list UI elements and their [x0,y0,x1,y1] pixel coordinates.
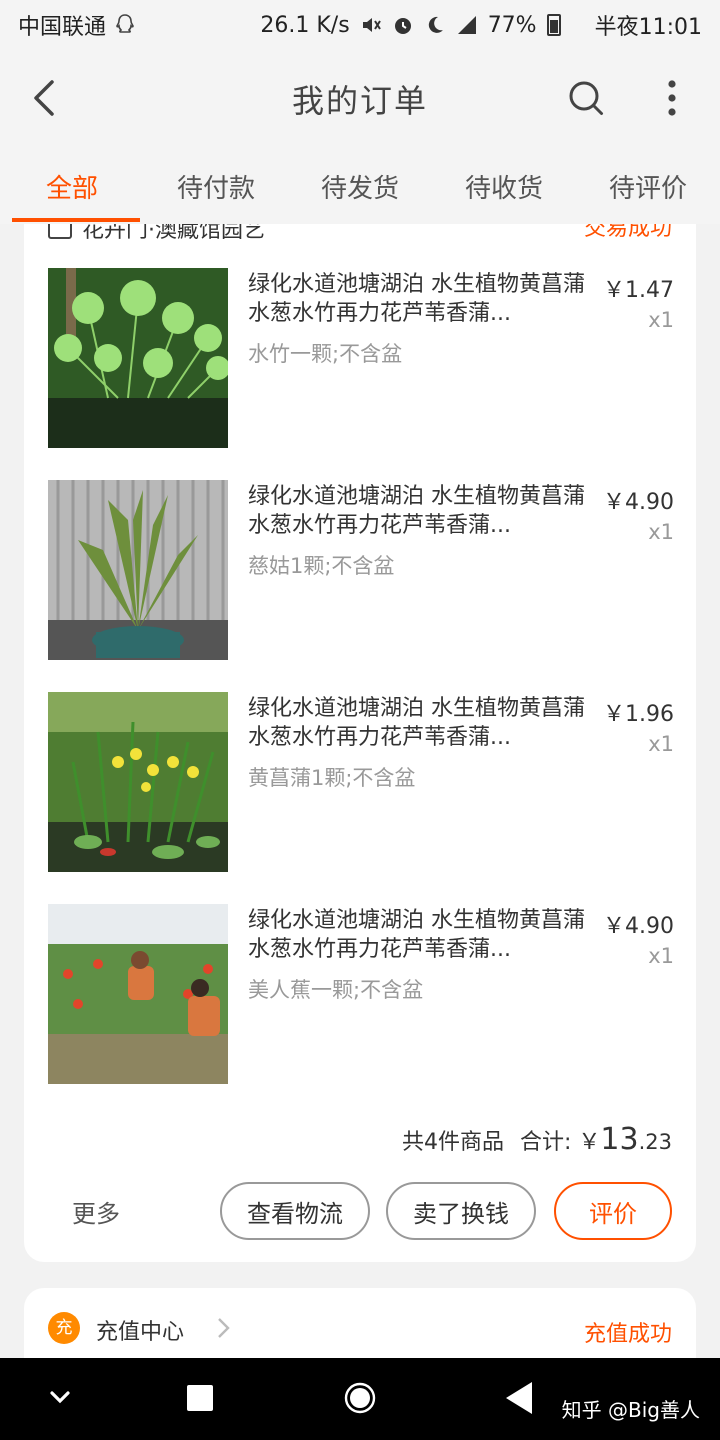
currency-symbol: ￥ [578,1130,601,1155]
chevron-down-icon[interactable] [48,1388,72,1408]
back-triangle-icon[interactable] [504,1380,534,1416]
order-card[interactable]: 花卉门·澳藏馆园艺 交易成功 绿化水道池塘湖泊 水生植物黄菖蒲水葱水竹再力花芦苇… [24,224,696,1262]
recharge-card[interactable]: 充 充值中心 充值成功 [24,1288,696,1358]
moon-icon [428,16,443,33]
status-bar: 中国联通 26.1 K/s 77% 半夜11:01 [0,0,720,50]
signal-icon [457,16,476,34]
carrier-name: 中国联通 [18,15,107,40]
product-thumbnail-arrowhead [48,480,228,660]
item-quantity: x1 [648,520,674,544]
order-item[interactable]: 绿化水道池塘湖泊 水生植物黄菖蒲水葱水竹再力花芦苇香蒲... 水竹一颗;不含盆 … [48,268,678,448]
view-logistics-button[interactable]: 查看物流 [220,1182,370,1240]
network-speed: 26.1 K/s [260,12,350,38]
watermark-text: 知乎 @Big善人 [561,1398,700,1422]
recharge-status: 充值成功 [583,1322,672,1347]
order-item[interactable]: 绿化水道池塘湖泊 水生植物黄菖蒲水葱水竹再力花芦苇香蒲... 黄菖蒲1颗;不含盆… [48,692,678,872]
recent-apps-icon[interactable] [186,1384,214,1412]
review-button[interactable]: 评价 [554,1182,672,1240]
qq-notification-icon [116,14,134,33]
battery-level: 77% [487,12,537,38]
item-title: 绿化水道池塘湖泊 水生植物黄菖蒲水葱水竹再力花芦苇香蒲... [248,696,585,750]
chevron-right-icon [218,1318,230,1338]
item-price: ￥1.47 [603,278,674,303]
clock: 半夜11:01 [594,15,702,40]
resell-button[interactable]: 卖了换钱 [386,1182,536,1240]
more-vertical-icon[interactable] [660,76,684,120]
item-quantity: x1 [648,308,674,332]
search-icon[interactable] [566,78,606,118]
order-total: 合计: ￥13.23 [520,1122,672,1157]
recharge-center-label: 充值中心 [96,1320,185,1345]
total-label: 合计: [519,1130,572,1155]
item-count: 共4件商品 [401,1130,504,1155]
product-thumbnail-yellow-iris [48,692,228,872]
item-title: 绿化水道池塘湖泊 水生植物黄菖蒲水葱水竹再力花芦苇香蒲... [248,484,585,538]
order-actions: 更多 查看物流 卖了换钱 评价 [24,1182,696,1242]
tab-pending-shipment[interactable]: 待发货 [288,146,432,224]
order-item[interactable]: 绿化水道池塘湖泊 水生植物黄菖蒲水葱水竹再力花芦苇香蒲... 美人蕉一颗;不含盆… [48,904,678,1084]
alarm-icon [394,18,411,34]
page-title: 我的订单 [291,82,428,120]
battery-icon [546,14,561,36]
more-actions-link[interactable]: 更多 [72,1194,120,1229]
item-price: ￥4.90 [603,490,674,515]
order-tabs: 全部 待付款 待发货 待收货 待评价 [0,146,720,224]
item-sku: 慈姑1颗;不含盆 [248,554,395,578]
item-quantity: x1 [648,732,674,756]
recharge-icon: 充 [48,1312,80,1344]
product-thumbnail-papyrus [48,268,228,448]
total-integer: 13 [600,1122,639,1157]
item-sku: 水竹一颗;不含盆 [248,342,403,366]
order-status: 交易成功 [583,224,672,241]
system-nav-bar: 知乎 @Big善人 [0,1358,720,1440]
tab-pending-review[interactable]: 待评价 [576,146,720,224]
item-sku: 美人蕉一颗;不含盆 [248,978,424,1002]
product-thumbnail-canna [48,904,228,1084]
shop-name: 花卉门·澳藏馆园艺 [82,224,265,243]
tab-all[interactable]: 全部 [0,146,144,224]
shop-row[interactable]: 花卉门·澳藏馆园艺 [48,224,265,248]
item-sku: 黄菖蒲1颗;不含盆 [248,766,416,790]
item-title: 绿化水道池塘湖泊 水生植物黄菖蒲水葱水竹再力花芦苇香蒲... [248,272,585,326]
item-quantity: x1 [648,944,674,968]
order-list[interactable]: 花卉门·澳藏馆园艺 交易成功 绿化水道池塘湖泊 水生植物黄菖蒲水葱水竹再力花芦苇… [0,224,720,1358]
item-title: 绿化水道池塘湖泊 水生植物黄菖蒲水葱水竹再力花芦苇香蒲... [248,908,585,962]
order-item[interactable]: 绿化水道池塘湖泊 水生植物黄菖蒲水葱水竹再力花芦苇香蒲... 慈姑1颗;不含盆 … [48,480,678,660]
home-icon[interactable] [344,1382,376,1414]
mute-icon [362,18,381,32]
order-summary: 共4件商品 合计: ￥13.23 [402,1122,672,1157]
total-decimal: .23 [638,1130,672,1154]
app-header: 我的订单 [0,50,720,146]
item-price: ￥4.90 [603,914,674,939]
tab-pending-receipt[interactable]: 待收货 [432,146,576,224]
item-price: ￥1.96 [603,702,674,727]
shop-icon [48,224,72,239]
tab-pending-payment[interactable]: 待付款 [144,146,288,224]
